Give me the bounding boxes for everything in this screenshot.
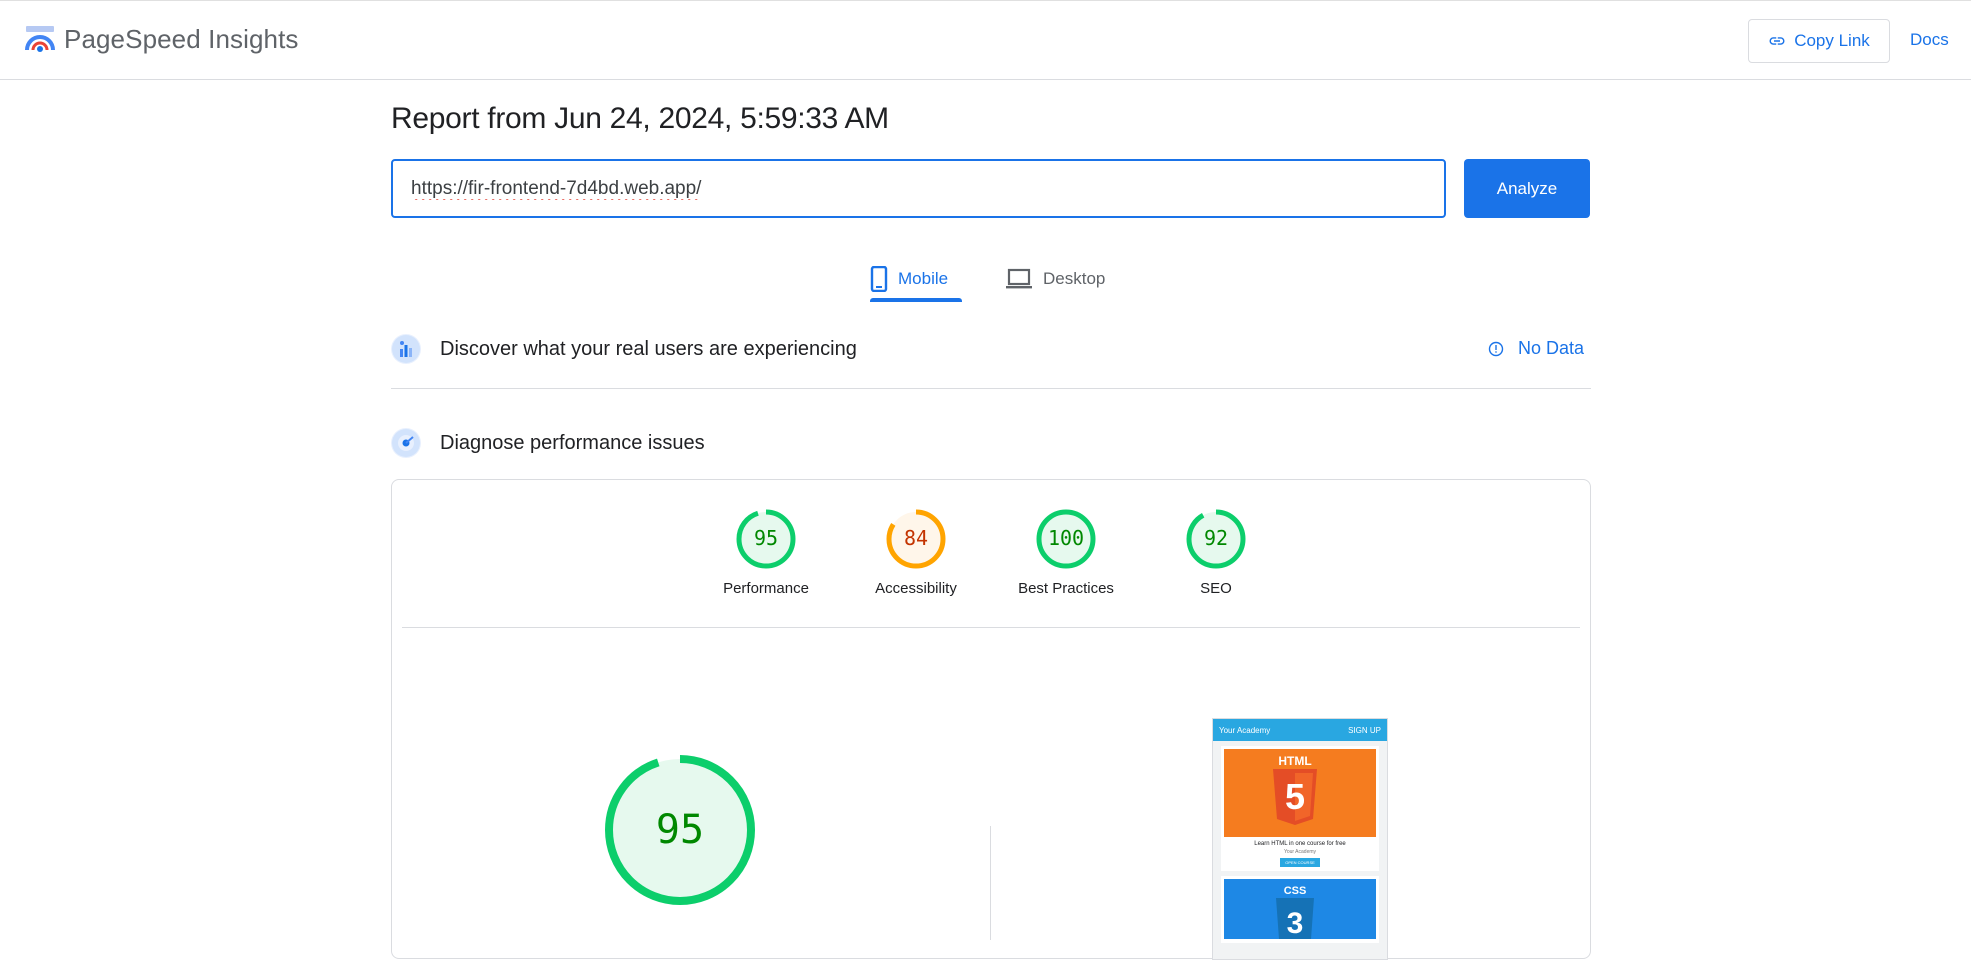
lighthouse-icon (391, 428, 421, 458)
gauge-performance[interactable]: 95 Performance (706, 508, 826, 597)
brand[interactable]: PageSpeed Insights (24, 23, 299, 55)
link-icon (1769, 37, 1785, 45)
copy-link-button[interactable]: Copy Link (1748, 19, 1890, 63)
svg-text:HTML: HTML (1278, 754, 1311, 768)
tab-desktop[interactable]: Desktop (1005, 256, 1105, 302)
url-input[interactable] (391, 159, 1446, 218)
app-name: PageSpeed Insights (64, 23, 299, 54)
tab-mobile[interactable]: Mobile (870, 256, 962, 302)
main-score: 95 (656, 807, 704, 853)
analyze-button[interactable]: Analyze (1464, 159, 1590, 218)
gauge-ring: 95 (736, 509, 796, 569)
gauge-label: Best Practices (1018, 580, 1114, 597)
real-users-title: Discover what your real users are experi… (440, 337, 857, 360)
gauge-ring: 92 (1186, 509, 1246, 569)
copy-link-label: Copy Link (1794, 31, 1870, 50)
active-tab-indicator (870, 298, 962, 302)
thumb-course-card: HTML 5 Learn HTML in one course for free… (1221, 746, 1379, 871)
thumb-site-title: Your Academy (1219, 725, 1271, 735)
pagespeed-logo-icon (25, 26, 55, 52)
gauge-label: Accessibility (875, 580, 957, 597)
page-screenshot-thumbnail[interactable]: Your Academy SIGN UP HTML 5 Learn HTML i… (1212, 718, 1388, 960)
thumb-header: Your Academy SIGN UP (1213, 719, 1387, 741)
diagnose-section: Diagnose performance issues (391, 428, 1591, 458)
gauge-best-practices[interactable]: 100 Best Practices (1006, 508, 1126, 597)
svg-text:CSS: CSS (1284, 885, 1307, 897)
gauge-score: 84 (904, 526, 928, 550)
gauge-seo[interactable]: 92 SEO (1156, 508, 1276, 597)
scores-card (391, 479, 1591, 959)
gauge-label: SEO (1200, 580, 1232, 597)
thumb-html-banner: HTML 5 (1224, 749, 1376, 837)
docs-link[interactable]: Docs (1910, 30, 1949, 50)
vertical-divider (990, 826, 991, 940)
gauge-label: Performance (723, 580, 809, 597)
gauge-accessibility[interactable]: 84 Accessibility (856, 508, 976, 597)
laptop-icon (1006, 268, 1032, 289)
top-bar: PageSpeed Insights Copy Link Docs (0, 0, 1971, 80)
card-divider (402, 627, 1580, 628)
smartphone-icon (870, 266, 888, 292)
thumb-course-button: OPEN COURSE (1280, 858, 1320, 867)
info-icon (1488, 341, 1504, 356)
svg-text:3: 3 (1287, 907, 1304, 939)
diagnose-title: Diagnose performance issues (440, 431, 705, 454)
thumb-css-banner: CSS 3 (1224, 879, 1376, 939)
gauge-score: 95 (754, 526, 778, 550)
no-data-label: No Data (1518, 338, 1585, 358)
real-users-section: Discover what your real users are experi… (391, 334, 1591, 364)
crux-icon (391, 334, 421, 364)
thumb-css-card: CSS 3 (1221, 876, 1379, 943)
tab-desktop-label: Desktop (1043, 269, 1106, 288)
thumb-course-text: Learn HTML in one course for free (1254, 841, 1346, 847)
performance-main-gauge: 95 (605, 755, 755, 905)
tab-mobile-label: Mobile (898, 269, 949, 288)
html5-logo-icon: HTML 5 (1273, 754, 1317, 825)
report-title: Report from Jun 24, 2024, 5:59:33 AM (391, 102, 889, 135)
gauge-ring: 100 (1036, 509, 1096, 569)
css3-logo-icon: CSS 3 (1276, 885, 1314, 939)
gauge-score: 92 (1204, 526, 1228, 550)
section-divider (391, 388, 1591, 389)
no-data-indicator[interactable]: No Data (1488, 338, 1584, 359)
gauge-score: 100 (1048, 526, 1084, 550)
thumb-course-sub: Your Academy (1283, 849, 1317, 855)
svg-text:5: 5 (1285, 776, 1305, 817)
thumb-nav: SIGN UP (1348, 725, 1381, 735)
gauge-ring: 84 (886, 509, 946, 569)
